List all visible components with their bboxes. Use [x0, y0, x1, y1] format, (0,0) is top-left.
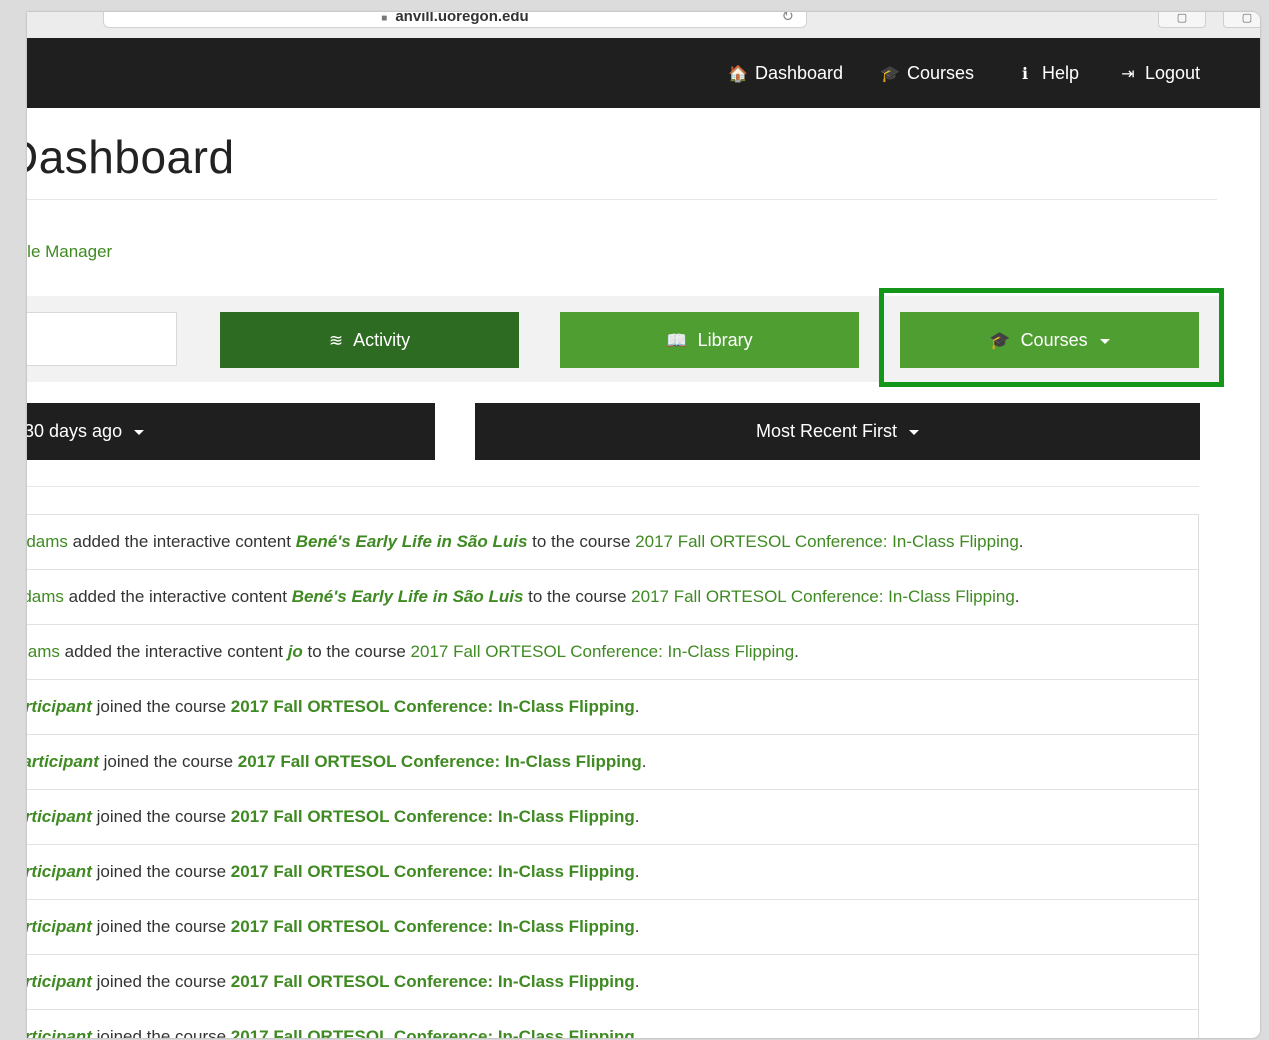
- book-icon: 📖: [666, 331, 688, 350]
- caret-down-icon: [1099, 338, 1110, 344]
- library-button-label: Library: [697, 330, 753, 350]
- activity-mid: to the course: [302, 642, 411, 661]
- logout-icon: ⇥: [1121, 66, 1135, 83]
- activity-content-link[interactable]: Bené's Early Life in São Luis: [296, 532, 528, 551]
- activity-button-label: Activity: [353, 330, 411, 350]
- activity-course-link[interactable]: 2017 Fall ORTESOL Conference: In-Class F…: [231, 862, 635, 881]
- lock-icon: ■: [381, 13, 388, 24]
- home-icon: 🏠: [728, 66, 748, 83]
- activity-end: .: [634, 972, 640, 991]
- activity-user-link[interactable]: Participant: [27, 862, 92, 881]
- activity-user-link[interactable]: Participant: [27, 752, 99, 771]
- caret-down-icon: [909, 429, 920, 435]
- activity-end: .: [634, 862, 640, 881]
- nav-logout-label: Logout: [1145, 63, 1201, 83]
- activity-row: Adams added the interactive content Bené…: [27, 515, 1198, 570]
- activity-verb: added the interactive content: [63, 587, 292, 606]
- activity-user-link[interactable]: Participant: [27, 1027, 92, 1038]
- graduation-cap-icon: 🎓: [880, 66, 900, 83]
- activity-user-link[interactable]: Adams: [27, 532, 68, 551]
- nav-logout[interactable]: ⇥ Logout: [1117, 38, 1200, 108]
- activity-verb: joined the course: [91, 917, 231, 936]
- activity-verb: added the interactive content: [59, 642, 288, 661]
- share-icon[interactable]: ▢: [1158, 12, 1206, 28]
- activity-row: Participant joined the course 2017 Fall …: [27, 680, 1198, 735]
- activity-mid: to the course: [523, 587, 632, 606]
- activity-content-link[interactable]: jo: [288, 642, 303, 661]
- activity-user-link[interactable]: Participant: [27, 807, 92, 826]
- activity-end: .: [634, 1027, 640, 1038]
- courses-dropdown-button[interactable]: 🎓 Courses: [900, 312, 1199, 368]
- browser-window: ■ anvill.uoregon.edu ↻ ▢ ▢ 🏠 Dashboard 🎓 Co…: [27, 12, 1260, 1038]
- activity-end: .: [634, 807, 640, 826]
- activity-end: .: [634, 697, 640, 716]
- sort-dropdown[interactable]: Most Recent First: [475, 403, 1200, 460]
- nav-dashboard-label: Dashboard: [755, 63, 844, 83]
- nav-help-label: Help: [1042, 63, 1080, 83]
- browser-chrome: ■ anvill.uoregon.edu ↻ ▢ ▢: [27, 12, 1260, 39]
- activity-row: Participant joined the course 2017 Fall …: [27, 790, 1198, 845]
- activity-verb: added the interactive content: [67, 532, 296, 551]
- time-filter-dropdown[interactable]: 30 days ago: [27, 403, 435, 460]
- activity-verb: joined the course: [91, 697, 231, 716]
- info-circle-icon: ℹ: [1021, 66, 1029, 83]
- tabs-icon[interactable]: ▢: [1223, 12, 1260, 28]
- activity-content-link[interactable]: Bené's Early Life in São Luis: [292, 587, 524, 606]
- nav-help[interactable]: ℹ Help: [1014, 38, 1079, 108]
- address-bar[interactable]: ■ anvill.uoregon.edu ↻: [103, 12, 807, 28]
- activity-button[interactable]: ≋ Activity: [220, 312, 519, 368]
- activity-row: Participant joined the course 2017 Fall …: [27, 735, 1198, 790]
- nav-courses-label: Courses: [907, 63, 975, 83]
- activity-end: .: [1014, 587, 1020, 606]
- activity-user-link[interactable]: Adams: [27, 642, 60, 661]
- activity-end: .: [1018, 532, 1024, 551]
- activity-end: .: [794, 642, 799, 661]
- nav-dashboard[interactable]: 🏠 Dashboard: [727, 38, 843, 108]
- activity-course-link[interactable]: 2017 Fall ORTESOL Conference: In-Class F…: [231, 917, 635, 936]
- activity-verb: joined the course: [98, 752, 238, 771]
- reload-icon[interactable]: ↻: [781, 12, 794, 27]
- activity-course-link[interactable]: 2017 Fall ORTESOL Conference: In-Class F…: [231, 807, 635, 826]
- caret-down-icon: [134, 429, 145, 435]
- activity-course-link[interactable]: 2017 Fall ORTESOL Conference: In-Class F…: [238, 752, 642, 771]
- activity-verb: joined the course: [91, 807, 231, 826]
- file-manager-link[interactable]: File Manager: [27, 242, 112, 262]
- activity-end: .: [641, 752, 647, 771]
- activity-row: Participant joined the course 2017 Fall …: [27, 955, 1198, 1010]
- activity-list: Adams added the interactive content Bené…: [27, 514, 1199, 1038]
- activity-row: Adams added the interactive content Bené…: [27, 570, 1198, 625]
- search-input[interactable]: [27, 312, 177, 366]
- activity-user-link[interactable]: Participant: [27, 917, 92, 936]
- activity-row: Participant joined the course 2017 Fall …: [27, 845, 1198, 900]
- activity-user-link[interactable]: Participant: [27, 972, 92, 991]
- activity-course-link[interactable]: 2017 Fall ORTESOL Conference: In-Class F…: [231, 972, 635, 991]
- courses-button-label: Courses: [1020, 330, 1088, 350]
- activity-mid: to the course: [527, 532, 636, 551]
- activity-end: .: [634, 917, 640, 936]
- activity-verb: joined the course: [91, 1027, 231, 1038]
- sort-label: Most Recent First: [755, 421, 898, 441]
- filter-divider: [27, 486, 1199, 487]
- rss-icon: ≋: [328, 331, 344, 350]
- activity-verb: joined the course: [91, 862, 231, 881]
- address-text: anvill.uoregon.edu: [395, 12, 529, 25]
- activity-course-link[interactable]: 2017 Fall ORTESOL Conference: In-Class F…: [231, 1027, 635, 1038]
- top-navbar: 🏠 Dashboard 🎓 Courses ℹ Help ⇥ Logout: [27, 38, 1260, 108]
- activity-row: Participant joined the course 2017 Fall …: [27, 1010, 1198, 1038]
- activity-row: Participant joined the course 2017 Fall …: [27, 900, 1198, 955]
- activity-course-link[interactable]: 2017 Fall ORTESOL Conference: In-Class F…: [631, 587, 1015, 606]
- activity-course-link[interactable]: 2017 Fall ORTESOL Conference: In-Class F…: [231, 697, 635, 716]
- activity-course-link[interactable]: 2017 Fall ORTESOL Conference: In-Class F…: [635, 532, 1019, 551]
- graduation-cap-icon: 🎓: [989, 331, 1011, 350]
- time-filter-label: 30 days ago: [27, 421, 123, 441]
- activity-user-link[interactable]: Adams: [27, 587, 64, 606]
- activity-user-link[interactable]: Participant: [27, 697, 92, 716]
- nav-courses[interactable]: 🎓 Courses: [879, 38, 974, 108]
- activity-course-link[interactable]: 2017 Fall ORTESOL Conference: In-Class F…: [411, 642, 795, 661]
- title-divider: [27, 199, 1217, 200]
- library-button[interactable]: 📖 Library: [560, 312, 859, 368]
- page-title: Dashboard: [27, 131, 235, 183]
- activity-row: Adams added the interactive content jo t…: [27, 625, 1198, 680]
- activity-verb: joined the course: [91, 972, 231, 991]
